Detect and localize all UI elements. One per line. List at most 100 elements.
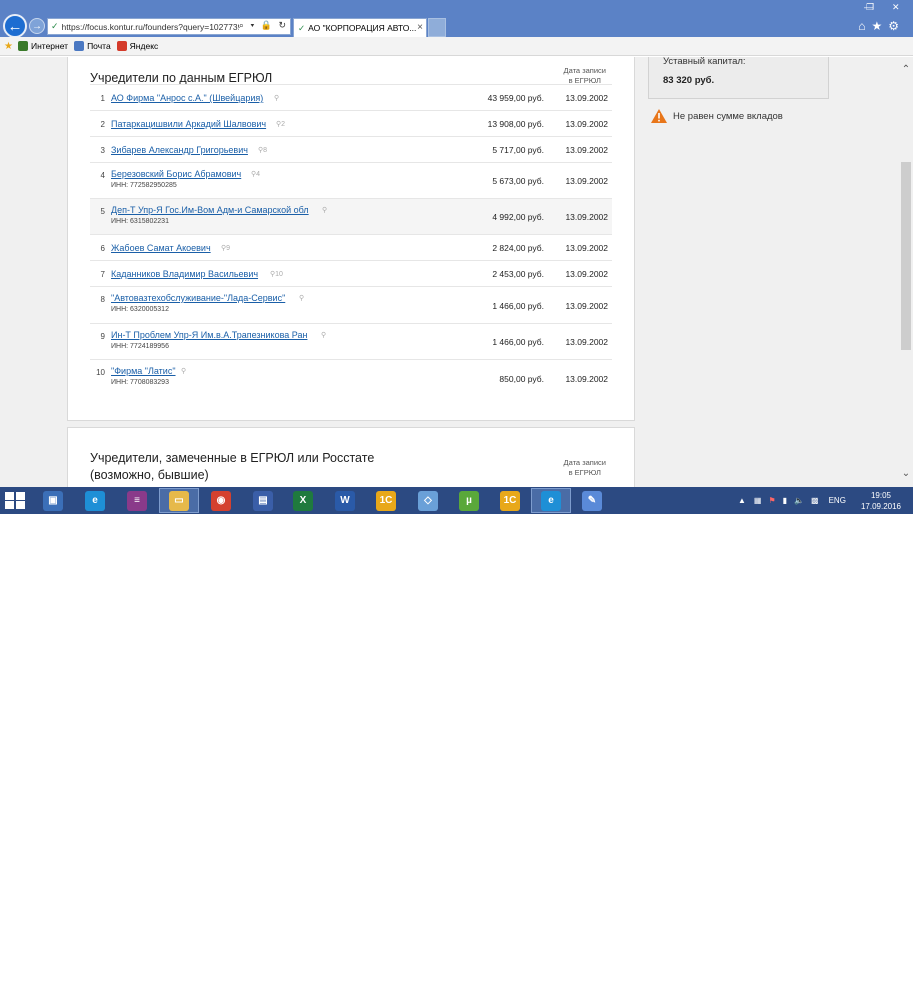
tray-network-icon[interactable]: ▩ bbox=[811, 496, 819, 505]
language-indicator[interactable]: ENG bbox=[829, 496, 846, 505]
founder-name-link[interactable]: Каданников Владимир Васильевич bbox=[111, 269, 258, 279]
favorite-yandex[interactable]: Яндекс bbox=[116, 41, 158, 51]
taskbar-app-button[interactable]: ▤ bbox=[243, 488, 283, 513]
taskbar-app-button[interactable]: ◇ bbox=[408, 488, 448, 513]
tab-close-icon[interactable]: × bbox=[417, 22, 423, 33]
founder-name-link[interactable]: Деп-Т Упр-Я Гос.Им-Вом Адм-и Самарской о… bbox=[111, 205, 309, 215]
home-icon[interactable]: ⌂ bbox=[858, 19, 871, 33]
founder-row: 6 Жабоев Самат Акоевич ⚲9 2 824,00 руб. 13.0… bbox=[90, 234, 612, 260]
row-number: 6 bbox=[100, 244, 105, 253]
page-content: Учредители по данным ЕГРЮЛ Дата записи в… bbox=[0, 57, 913, 487]
record-date: 13.09.2002 bbox=[565, 119, 608, 129]
tab-title: АО "КОРПОРАЦИЯ АВТО... bbox=[308, 23, 417, 33]
record-date: 13.09.2002 bbox=[565, 337, 608, 347]
restore-icon[interactable]: ❐ bbox=[866, 2, 874, 13]
search-related-icon[interactable]: ⚲ bbox=[322, 206, 327, 214]
row-number: 5 bbox=[100, 207, 105, 216]
mail-icon bbox=[74, 41, 85, 51]
share-amount: 13 908,00 руб. bbox=[487, 119, 544, 129]
capital-value: 83 320 руб. bbox=[663, 75, 715, 86]
search-related-icon[interactable]: ⚲ bbox=[274, 94, 279, 102]
close-window-icon[interactable]: ✕ bbox=[892, 2, 900, 13]
screen: ← → ✓ https://focus.kontur.ru/founders?q… bbox=[0, 0, 913, 514]
record-date: 13.09.2002 bbox=[565, 93, 608, 103]
search-related-icon[interactable]: ⚲4 bbox=[251, 170, 260, 178]
taskbar-app-button[interactable]: 1С bbox=[490, 488, 530, 513]
search-related-icon[interactable]: ⚲ bbox=[299, 294, 304, 302]
founder-inn: ИНН: 6320005312 bbox=[111, 306, 169, 313]
tray-flag-icon[interactable]: ⚑ bbox=[768, 496, 775, 505]
search-related-icon[interactable]: ⚲ bbox=[321, 331, 326, 339]
row-number: 4 bbox=[100, 171, 105, 180]
taskbar-app-button[interactable]: ◉ bbox=[201, 488, 241, 513]
address-bar[interactable]: ✓ https://focus.kontur.ru/founders?query… bbox=[47, 18, 291, 35]
founder-inn: ИНН: 7724189956 bbox=[111, 343, 169, 350]
favorites-bar: ★ Интернет Почта Яндекс bbox=[0, 37, 913, 56]
search-related-icon[interactable]: ⚲8 bbox=[258, 146, 267, 154]
founder-name-link[interactable]: АО Фирма "Анрос с.А." (Швейцария) bbox=[111, 93, 263, 103]
windows-start-icon[interactable] bbox=[4, 491, 26, 510]
related-count: 10 bbox=[275, 271, 283, 278]
scrollbar-thumb[interactable] bbox=[901, 162, 911, 350]
search-related-icon[interactable]: ⚲10 bbox=[270, 270, 283, 278]
arrow-right-icon: → bbox=[32, 20, 42, 32]
address-url: https://focus.kontur.ru/founders?query=1… bbox=[61, 21, 252, 32]
taskbar-app-button[interactable]: e bbox=[75, 488, 115, 513]
founder-name-link[interactable]: Ин-Т Проблем Упр-Я Им.в.А.Трапезникова Р… bbox=[111, 330, 307, 340]
site-favicon-icon: ✓ bbox=[51, 21, 59, 31]
favorite-internet[interactable]: Интернет bbox=[17, 41, 68, 51]
forward-button[interactable]: → bbox=[29, 18, 45, 34]
capital-label: Уставный капитал: bbox=[663, 57, 746, 67]
founder-row: 10 "Фирма "Латис" ⚲ ИНН: 7708083293 850,00 р… bbox=[90, 359, 612, 396]
taskbar-app-button[interactable]: ≡ bbox=[117, 488, 157, 513]
record-date: 13.09.2002 bbox=[565, 176, 608, 186]
date-column-header: Дата записи в ЕГРЮЛ bbox=[563, 66, 607, 85]
founder-name-link[interactable]: Березовский Борис Абрамович bbox=[111, 169, 241, 179]
clock[interactable]: 19:05 17.09.2016 bbox=[861, 490, 901, 512]
search-related-icon[interactable]: ⚲9 bbox=[221, 244, 230, 252]
tray-volume-icon[interactable]: 🔈 bbox=[794, 496, 804, 505]
favorites-star-icon[interactable]: ★ bbox=[871, 19, 888, 33]
taskbar-app-button[interactable]: 1С bbox=[366, 488, 406, 513]
record-date: 13.09.2002 bbox=[565, 212, 608, 222]
founder-name-link[interactable]: Зибарев Александр Григорьевич bbox=[111, 145, 248, 155]
taskbar-app-button[interactable]: e bbox=[531, 488, 571, 513]
row-number: 7 bbox=[100, 270, 105, 279]
founder-name-link[interactable]: "Фирма "Латис" bbox=[111, 366, 176, 376]
scroll-down-icon[interactable]: ⌄ bbox=[899, 467, 913, 481]
tray-windows-icon[interactable]: ▦ bbox=[754, 496, 762, 505]
taskbar-app-button[interactable]: X bbox=[283, 488, 323, 513]
address-controls[interactable]: ⌕ ▾ 🔒 ↻ bbox=[238, 20, 288, 31]
add-favorite-star-icon[interactable]: ★ bbox=[4, 41, 13, 52]
scroll-up-icon[interactable]: ⌃ bbox=[899, 63, 913, 77]
tray-battery-icon[interactable]: ▮ bbox=[783, 496, 787, 505]
founder-row: 4 Березовский Борис Абрамович ⚲4 ИНН: 77258… bbox=[90, 162, 612, 198]
founder-name-link[interactable]: Жабоев Самат Акоевич bbox=[111, 243, 211, 253]
warning-icon bbox=[651, 109, 667, 123]
back-button[interactable]: ← bbox=[3, 14, 27, 38]
founder-row: 9 Ин-Т Проблем Упр-Я Им.в.А.Трапезникова … bbox=[90, 323, 612, 359]
vertical-scrollbar[interactable]: ⌃ ⌄ bbox=[899, 57, 913, 487]
favorite-mail[interactable]: Почта bbox=[74, 41, 111, 51]
taskbar-app-button[interactable]: ▣ bbox=[33, 488, 73, 513]
former-founders-card: Учредители, замеченные в ЕГРЮЛ или Росст… bbox=[67, 427, 635, 487]
system-tray: ▲ ▦ ⚑ ▮ 🔈 ▩ ENG bbox=[738, 487, 846, 514]
founder-inn: ИНН: 772582950285 bbox=[111, 182, 177, 189]
taskbar-app-button[interactable]: µ bbox=[449, 488, 489, 513]
taskbar-app-button[interactable]: ▭ bbox=[159, 488, 199, 513]
founder-name-link[interactable]: Патаркацишвили Аркадий Шалвович bbox=[111, 119, 266, 129]
new-tab-button[interactable] bbox=[428, 18, 446, 37]
search-related-icon[interactable]: ⚲2 bbox=[276, 120, 285, 128]
settings-gear-icon[interactable]: ⚙ bbox=[888, 19, 905, 33]
tray-expand-icon[interactable]: ▲ bbox=[738, 496, 746, 505]
taskbar-app-button[interactable]: W bbox=[325, 488, 365, 513]
browser-titlebar: ← → ✓ https://focus.kontur.ru/founders?q… bbox=[0, 0, 913, 38]
row-number: 1 bbox=[100, 94, 105, 103]
former-founders-title: Учредители, замеченные в ЕГРЮЛ или Росст… bbox=[90, 451, 375, 482]
founder-row: 3 Зибарев Александр Григорьевич ⚲8 5 717,00… bbox=[90, 136, 612, 162]
magnifier-icon: ⚲ bbox=[299, 295, 305, 302]
founder-name-link[interactable]: "Автовазтехобслуживание-"Лада-Сервис" bbox=[111, 293, 285, 303]
taskbar-app-button[interactable]: ✎ bbox=[572, 488, 612, 513]
tab-active[interactable]: ✓ АО "КОРПОРАЦИЯ АВТО... × bbox=[293, 18, 427, 37]
search-related-icon[interactable]: ⚲ bbox=[181, 367, 186, 375]
